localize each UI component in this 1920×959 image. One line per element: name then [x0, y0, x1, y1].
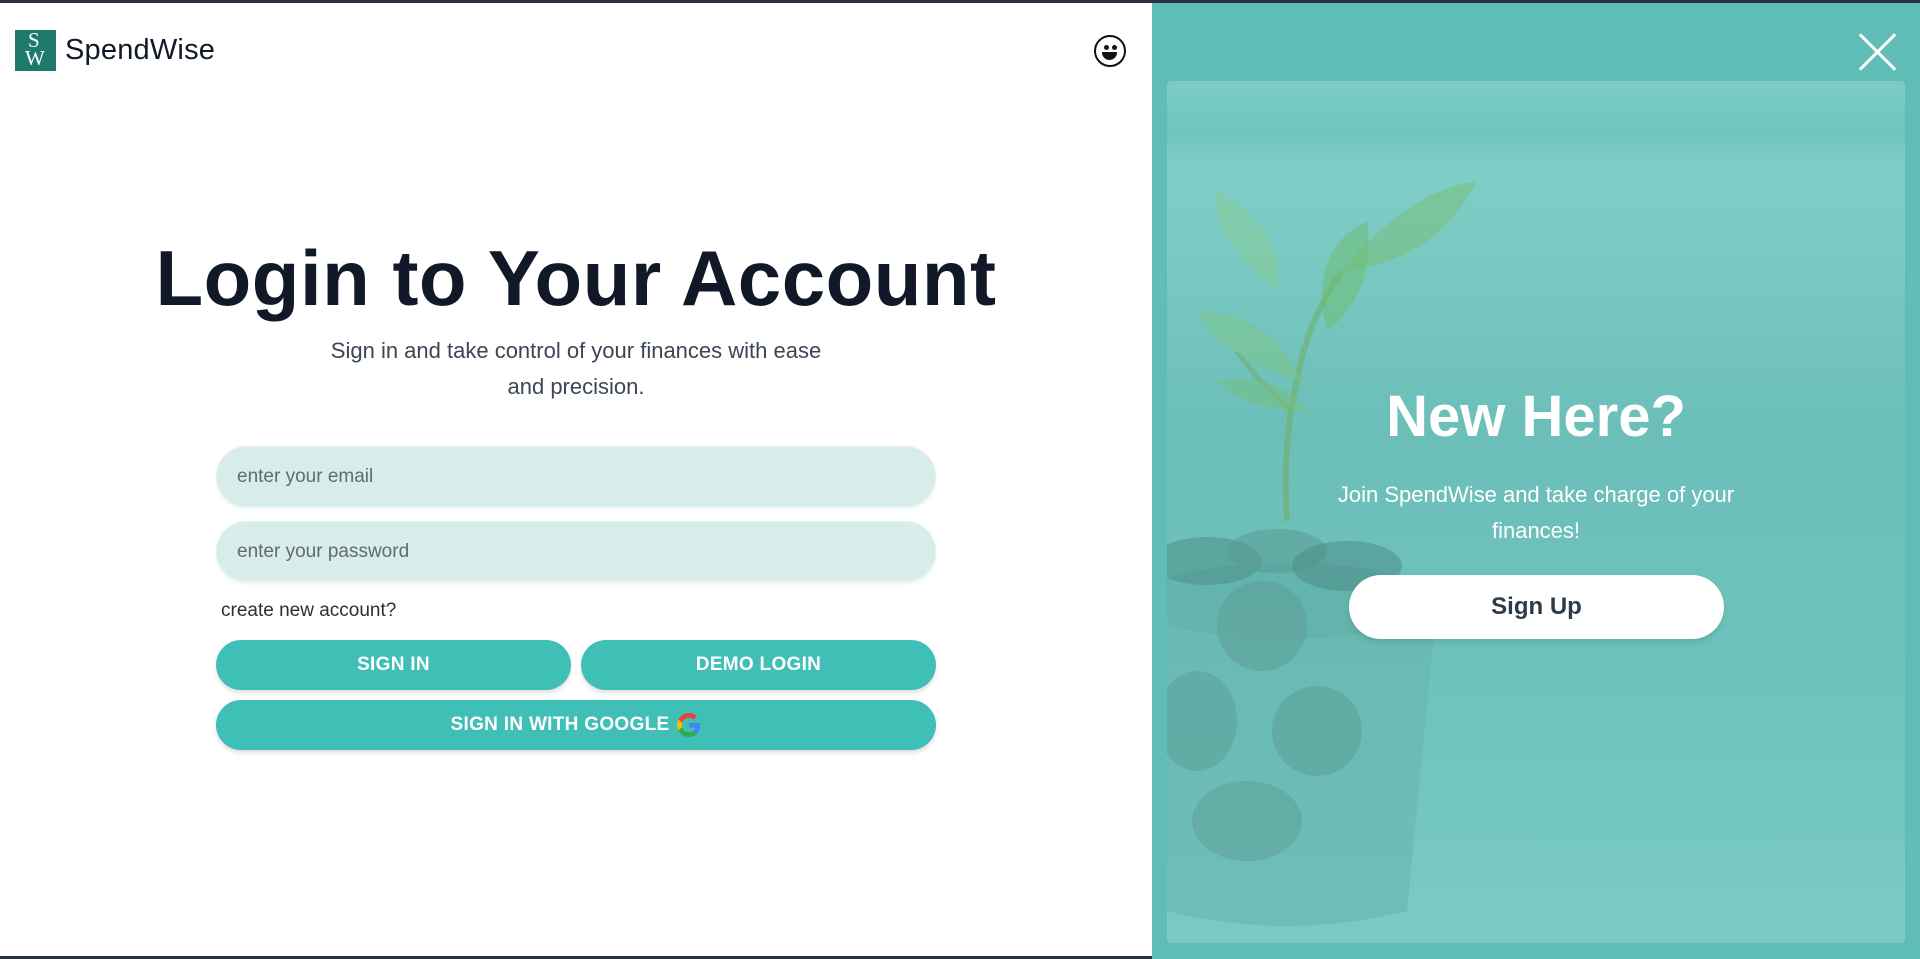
login-pane: S W SpendWise Login to Your Account Sign… — [0, 3, 1152, 956]
signup-panel: New Here? Join SpendWise and take charge… — [1152, 3, 1920, 959]
logo-letter-bottom: W — [25, 46, 45, 70]
sign-up-label: Sign Up — [1491, 593, 1582, 620]
signup-title: New Here? — [1386, 384, 1686, 449]
close-icon[interactable] — [1856, 31, 1898, 73]
demo-login-button[interactable]: DEMO LOGIN — [581, 640, 936, 690]
logo-mark-icon: S W — [15, 30, 56, 71]
google-g-icon — [677, 713, 701, 737]
password-field[interactable] — [216, 521, 936, 582]
page-title: Login to Your Account — [155, 234, 997, 322]
email-field[interactable] — [216, 446, 936, 507]
google-sign-in-button[interactable]: SIGN IN WITH GOOGLE — [216, 700, 936, 750]
google-sign-in-label: SIGN IN WITH GOOGLE — [450, 714, 670, 735]
demo-login-label: DEMO LOGIN — [695, 654, 822, 675]
sign-up-button[interactable]: Sign Up — [1349, 575, 1724, 639]
create-account-link[interactable]: create new account? — [221, 600, 396, 622]
page-subtitle: Sign in and take control of your finance… — [330, 338, 822, 399]
smiley-eye-left — [1104, 45, 1109, 50]
smiley-mouth — [1102, 52, 1117, 60]
brand-logo[interactable]: S W SpendWise — [15, 30, 215, 71]
sign-in-button[interactable]: SIGN IN — [216, 640, 571, 690]
brand-name: SpendWise — [65, 34, 216, 66]
signup-text: Join SpendWise and take charge of your f… — [1337, 482, 1735, 543]
smiley-face-icon[interactable] — [1094, 35, 1126, 67]
smiley-eye-right — [1112, 45, 1117, 50]
sign-in-label: SIGN IN — [357, 654, 430, 675]
